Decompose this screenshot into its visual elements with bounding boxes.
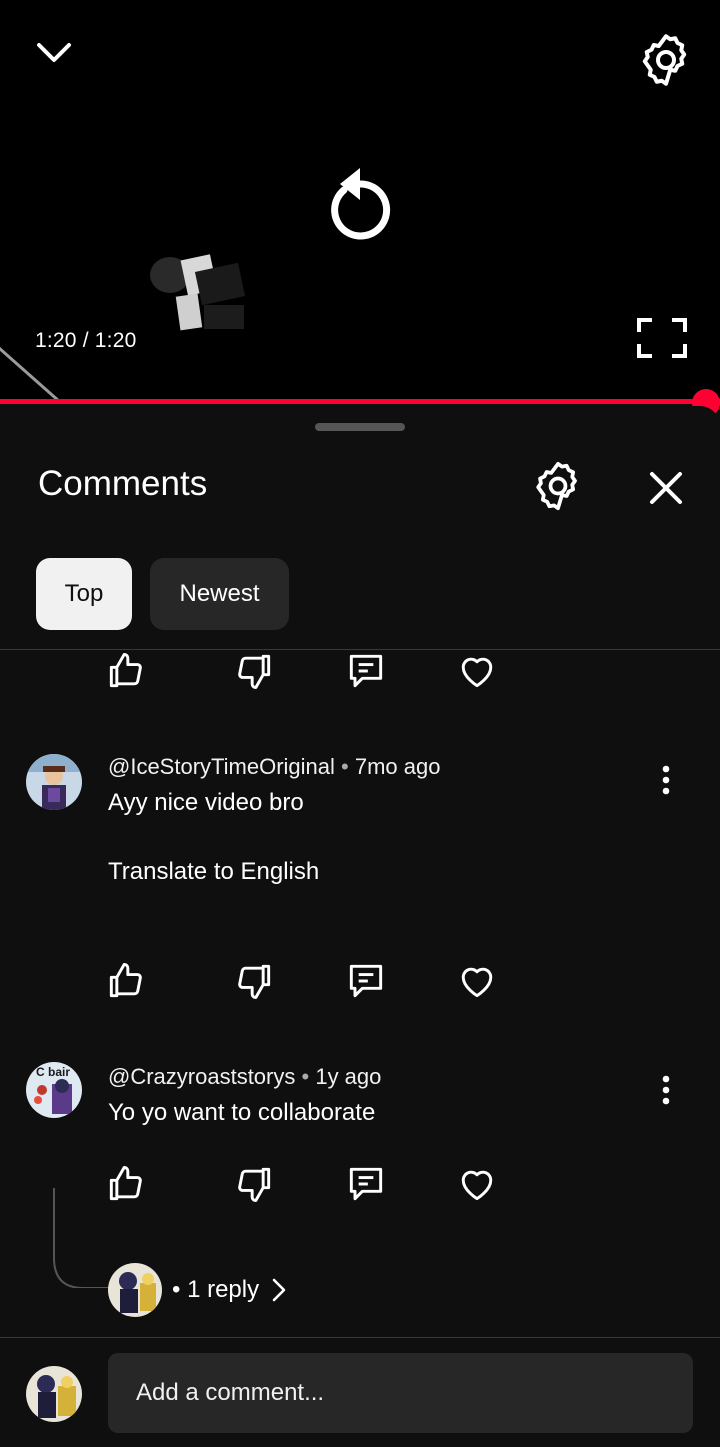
- meta-separator: •: [301, 1064, 310, 1089]
- meta-separator: •: [341, 754, 349, 779]
- comment-actions: [0, 649, 720, 697]
- add-comment-input[interactable]: Add a comment...: [108, 1353, 693, 1433]
- replies-count: • 1 reply: [172, 1276, 260, 1303]
- comment-text: Yo yo want to collaborate: [108, 1099, 376, 1126]
- more-vert-icon[interactable]: [652, 760, 680, 800]
- heart-icon[interactable]: [455, 959, 499, 1003]
- avatar[interactable]: [26, 754, 82, 810]
- reply-icon[interactable]: [344, 959, 388, 1003]
- avatar[interactable]: C bair: [26, 1062, 82, 1118]
- gear-icon[interactable]: [530, 458, 586, 514]
- comment-age: 1y ago: [315, 1064, 382, 1089]
- chevron-right-icon: [272, 1278, 286, 1302]
- view-replies-button[interactable]: • 1 reply: [108, 1262, 287, 1318]
- panel-title: Comments: [38, 464, 208, 503]
- avatar: [108, 1263, 162, 1317]
- progress-bar[interactable]: [0, 399, 720, 404]
- avatar: [26, 1366, 82, 1422]
- chevron-down-icon[interactable]: [30, 32, 78, 76]
- fullscreen-icon[interactable]: [628, 310, 696, 366]
- gear-icon[interactable]: [636, 30, 696, 90]
- replay-icon[interactable]: [322, 160, 398, 240]
- comment-author[interactable]: @IceStoryTimeOriginal: [108, 754, 335, 779]
- reply-icon[interactable]: [344, 1162, 388, 1206]
- translate-link[interactable]: Translate to English: [108, 858, 319, 886]
- comment-text: Ayy nice video bro: [108, 789, 304, 816]
- comment-meta: @Crazyroaststorys • 1y ago: [108, 1064, 381, 1090]
- thumbs-up-icon[interactable]: [104, 1162, 148, 1206]
- comment-age: 7mo ago: [354, 754, 441, 779]
- video-player[interactable]: 1:20 / 1:20: [0, 0, 720, 404]
- avatar-caption: C bair: [36, 1065, 70, 1079]
- reply-icon[interactable]: [344, 649, 388, 693]
- thumbs-down-icon[interactable]: [232, 959, 276, 1003]
- video-frame-figure: [150, 254, 246, 331]
- tab-newest[interactable]: Newest: [150, 558, 289, 630]
- thumbs-down-icon[interactable]: [232, 1162, 276, 1206]
- comments-panel: Comments Top Newest @IceStoryTimeOrigina…: [0, 406, 720, 1447]
- more-vert-icon[interactable]: [652, 1070, 680, 1110]
- time-display: 1:20 / 1:20: [35, 329, 137, 352]
- comment-actions: [0, 959, 720, 1007]
- heart-icon[interactable]: [455, 649, 499, 693]
- close-icon[interactable]: [640, 462, 692, 514]
- heart-icon[interactable]: [455, 1162, 499, 1206]
- thumbs-down-icon[interactable]: [232, 649, 276, 693]
- tab-top[interactable]: Top: [36, 558, 132, 630]
- comment-author[interactable]: @Crazyroaststorys: [108, 1064, 295, 1089]
- thumbs-up-icon[interactable]: [104, 959, 148, 1003]
- comment-actions: [0, 1162, 720, 1210]
- divider: [0, 1337, 720, 1338]
- thumbs-up-icon[interactable]: [104, 649, 148, 693]
- drag-handle[interactable]: [315, 423, 405, 431]
- comment-meta: @IceStoryTimeOriginal • 7mo ago: [108, 754, 441, 780]
